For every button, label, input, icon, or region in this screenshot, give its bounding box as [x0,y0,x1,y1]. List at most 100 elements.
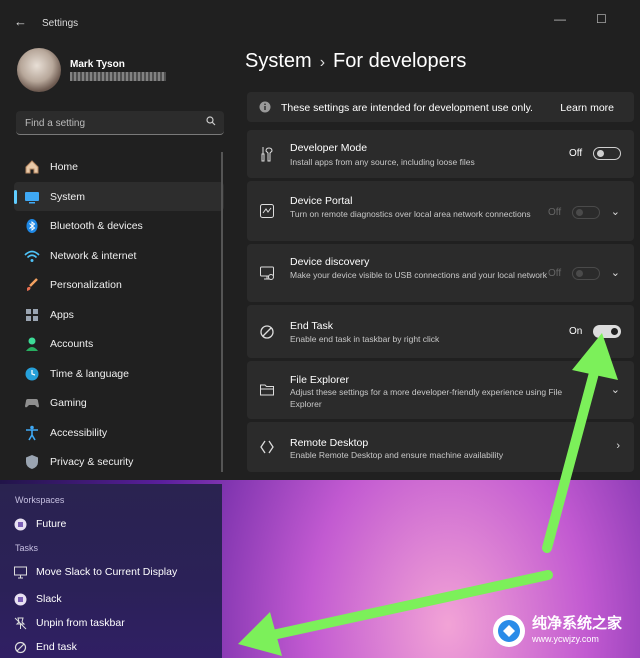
diagnostics-chart-icon [260,204,274,218]
sidebar-item-accessibility[interactable]: Accessibility [14,418,224,448]
sidebar-item-label: Network & internet [50,249,137,262]
developer-tools-icon [261,147,273,162]
gamepad-icon [25,399,39,408]
setting-title: File Explorer [290,374,349,386]
shield-icon [26,455,38,469]
device-discovery-icon [260,266,274,280]
sidebar-item-apps[interactable]: Apps [14,300,224,330]
tasks-header: Tasks [15,543,39,553]
taskbar-jump-list: Workspaces Future Tasks Move Slack to Cu… [0,484,222,658]
device-discovery-card[interactable]: Device discovery Make your device visibl… [247,244,634,302]
developer-mode-toggle[interactable] [593,147,621,160]
end-task-item[interactable]: End task [14,638,214,658]
breadcrumb-separator: › [319,54,326,71]
toggle-state-label: Off [548,268,562,279]
breadcrumb: System › For developers [245,50,466,73]
accessibility-icon [26,425,38,440]
maximize-icon[interactable]: ☐ [596,12,607,26]
folder-icon [260,384,274,396]
brush-icon [27,278,38,291]
sidebar-item-gaming[interactable]: Gaming [14,388,224,418]
sidebar-item-label: Bluetooth & devices [50,220,143,232]
workspaces-header: Workspaces [15,495,65,505]
slack-icon [14,593,27,606]
info-icon [259,101,271,113]
sidebar-item-label: Time & language [50,367,129,380]
watermark-url: www.ycwjzy.com [532,634,599,644]
info-banner: These settings are intended for developm… [247,92,634,122]
back-arrow-icon[interactable]: ← [14,14,27,29]
sidebar-item-label: Accounts [50,338,94,350]
device-portal-toggle[interactable] [572,206,600,219]
sidebar-item-label: Privacy & security [50,456,134,468]
toggle-state-label: Off [569,148,583,159]
developer-mode-card: Developer Mode Install apps from any sou… [247,130,634,178]
setting-title: Device discovery [290,256,370,268]
remote-desktop-card[interactable]: Remote Desktop Enable Remote Desktop and… [247,422,634,472]
toggle-state-label: Off [548,207,562,218]
search-placeholder: Find a setting [25,118,86,129]
move-slack-task-label: Move Slack to Current Display [36,566,178,578]
avatar[interactable] [17,48,61,92]
sidebar-item-label: Apps [50,308,74,321]
end-task-label: End task [36,641,77,653]
sidebar-item-home[interactable]: Home [14,152,224,182]
sidebar-item-label: Home [50,161,79,173]
move-slack-task[interactable]: Move Slack to Current Display [14,563,214,583]
sidebar-item-bluetooth[interactable]: Bluetooth & devices [14,211,224,241]
sidebar-item-accounts[interactable]: Accounts [14,329,224,359]
setting-title: Remote Desktop [290,437,369,449]
workspace-item-label: Future [36,518,67,530]
page-title: For developers [333,50,467,72]
chevron-right-icon[interactable]: › [616,440,620,452]
settings-window: ← Settings — ☐ Mark Tyson Find a setting… [0,0,640,480]
unpin-icon [14,617,27,630]
learn-more-link[interactable]: Learn more [560,102,614,114]
device-discovery-toggle[interactable] [572,267,600,280]
bluetooth-icon [26,219,38,233]
setting-description: Turn on remote diagnostics over local ar… [290,209,531,219]
chevron-down-icon[interactable]: ⌄ [611,383,620,396]
search-input[interactable]: Find a setting [16,111,224,135]
sidebar-item-time-language[interactable]: Time & language [14,359,224,389]
toggle-state-label: On [569,326,583,337]
profile-email-redacted [70,72,166,81]
minimize-icon[interactable]: — [554,12,566,26]
slack-app-label: Slack [36,593,62,605]
chevron-down-icon[interactable]: ⌄ [611,205,620,218]
sidebar-item-label: Accessibility [50,426,108,439]
window-title: Settings [42,18,79,29]
end-task-icon [260,324,274,339]
end-task-card: End Task Enable end task in taskbar by r… [247,305,634,358]
setting-description: Adjust these settings for a more develop… [290,387,563,409]
device-portal-card[interactable]: Device Portal Turn on remote diagnostics… [247,181,634,241]
sidebar-item-privacy[interactable]: Privacy & security [14,447,224,477]
slack-app-item[interactable]: Slack [14,590,214,610]
profile-name: Mark Tyson [70,59,125,70]
sidebar-item-system[interactable]: System [14,181,224,211]
setting-description: Enable Remote Desktop and ensure machine… [290,450,504,460]
unpin-label: Unpin from taskbar [36,617,125,629]
apps-icon [26,308,38,321]
end-task-toggle[interactable] [593,325,621,338]
home-icon [25,160,39,174]
chevron-down-icon[interactable]: ⌄ [611,266,620,279]
file-explorer-card[interactable]: File Explorer Adjust these settings for … [247,361,634,419]
sidebar-item-personalization[interactable]: Personalization [14,270,224,300]
sidebar-scrollbar[interactable] [221,152,223,472]
sidebar-item-label: Personalization [50,279,122,291]
sidebar-item-network[interactable]: Network & internet [14,241,224,271]
breadcrumb-parent[interactable]: System [245,50,312,72]
person-icon [26,337,38,351]
setting-description: Enable end task in taskbar by right clic… [290,334,440,344]
setting-title: Device Portal [290,195,353,207]
watermark-logo-icon [493,615,525,647]
watermark-text: 纯净系统之家 [532,615,623,632]
slack-icon [14,518,27,531]
search-icon [206,116,216,126]
remote-desktop-icon [260,440,274,454]
info-text: These settings are intended for developm… [281,102,533,114]
unpin-item[interactable]: Unpin from taskbar [14,614,214,634]
workspace-item[interactable]: Future [14,515,214,535]
setting-description: Make your device visible to USB connecti… [290,270,548,280]
